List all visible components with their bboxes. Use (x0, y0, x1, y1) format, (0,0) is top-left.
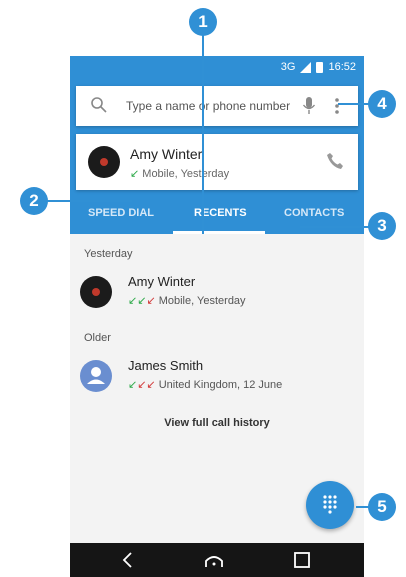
tab-contacts[interactable]: CONTACTS (284, 207, 344, 219)
battery-icon (316, 61, 324, 73)
call-log-detail-text: United Kingdom, 12 June (158, 379, 283, 391)
status-bar: 3G 16:52 (70, 56, 364, 80)
contact-detail: ↙ Mobile, Yesterday (130, 167, 229, 180)
search-bar (76, 86, 358, 126)
call-log-name: Amy Winter (128, 274, 196, 289)
call-log-name: James Smith (128, 358, 204, 373)
callout-5: 5 (368, 493, 396, 521)
contact-detail-text: Mobile, Yesterday (142, 168, 230, 180)
search-icon[interactable] (90, 96, 108, 114)
callout-1: 1 (189, 8, 217, 36)
callout-3: 3 (368, 212, 396, 240)
network-type: 3G (280, 61, 296, 73)
phone-icon[interactable] (326, 152, 344, 170)
incoming-call-icon: ↙ (128, 379, 138, 391)
search-input[interactable] (126, 94, 316, 118)
back-icon[interactable] (118, 551, 138, 569)
system-nav-bar (70, 543, 364, 577)
missed-call-icon: ↙↙ (137, 379, 156, 391)
person-icon (87, 367, 105, 384)
contact-avatar (80, 276, 112, 308)
callout-4-leader (338, 103, 372, 105)
contact-name: Amy Winter (130, 146, 203, 162)
signal-icon (300, 61, 312, 73)
active-tab-indicator (173, 231, 265, 234)
dialpad-button[interactable] (306, 481, 354, 529)
call-log-row[interactable]: James Smith ↙↙↙ United Kingdom, 12 June (70, 354, 364, 400)
callout-1-leader (202, 32, 204, 234)
clock: 16:52 (328, 61, 356, 73)
contact-avatar (88, 146, 120, 178)
dialpad-icon (323, 495, 337, 514)
section-label-yesterday: Yesterday (84, 248, 133, 260)
person-avatar (80, 360, 112, 392)
tab-speed-dial[interactable]: SPEED DIAL (88, 207, 154, 219)
recent-apps-icon[interactable] (292, 551, 312, 569)
call-log-detail: ↙↙↙ Mobile, Yesterday (128, 294, 246, 307)
view-full-call-history-link[interactable]: View full call history (70, 417, 364, 429)
call-log-detail-text: Mobile, Yesterday (158, 295, 246, 307)
home-icon[interactable] (204, 551, 224, 569)
callout-3-leader (300, 226, 372, 228)
suggested-contact-card[interactable]: Amy Winter ↙ Mobile, Yesterday (76, 134, 358, 190)
tab-bar: SPEED DIAL RECENTS CONTACTS (70, 199, 364, 234)
callout-2: 2 (20, 187, 48, 215)
phone-screen: 3G 16:52 Amy Winter ↙ Mobile, Yesterday (70, 56, 364, 577)
incoming-call-icon: ↙ (130, 168, 140, 180)
call-log-row[interactable]: Amy Winter ↙↙↙ Mobile, Yesterday (70, 270, 364, 316)
incoming-call-icon: ↙↙ (128, 295, 147, 307)
section-label-older: Older (84, 332, 111, 344)
missed-call-icon: ↙ (146, 295, 156, 307)
callout-4: 4 (368, 90, 396, 118)
mic-icon[interactable] (302, 97, 316, 115)
callout-2-leader (46, 200, 132, 202)
more-vert-icon[interactable] (334, 97, 340, 115)
call-log-detail: ↙↙↙ United Kingdom, 12 June (128, 378, 282, 391)
